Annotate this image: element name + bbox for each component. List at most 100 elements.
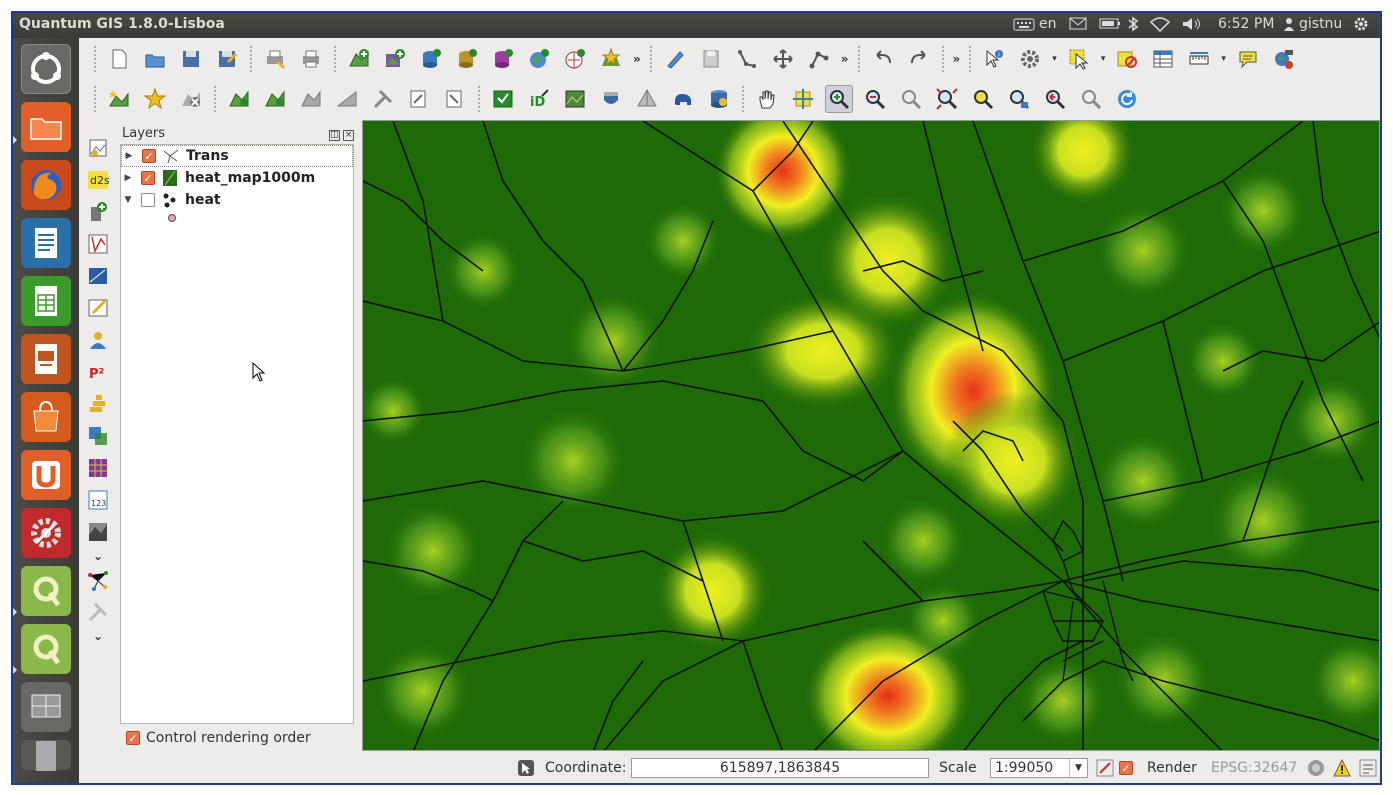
- new-bookmark-button[interactable]: [1270, 45, 1298, 73]
- select-features-button[interactable]: [1065, 45, 1093, 73]
- tool-vector-processing[interactable]: [84, 230, 112, 258]
- zoom-last-button[interactable]: [1041, 85, 1069, 113]
- chevron-down-icon[interactable]: ▼: [1069, 759, 1087, 777]
- launcher-system-settings[interactable]: [21, 508, 71, 558]
- interpolation-button[interactable]: [597, 85, 625, 113]
- keyboard-indicator[interactable]: en: [1013, 16, 1057, 32]
- add-wfs-layer-button[interactable]: [597, 45, 625, 73]
- launcher-trash[interactable]: [21, 740, 71, 771]
- add-feature-button[interactable]: [733, 45, 761, 73]
- launcher-files[interactable]: [21, 102, 71, 152]
- launcher-impress[interactable]: [21, 334, 71, 384]
- launcher-firefox[interactable]: [21, 160, 71, 210]
- layer-item-trans[interactable]: ▶ Trans: [121, 145, 353, 167]
- zoom-out-button[interactable]: [861, 85, 889, 113]
- messages-button[interactable]: [1333, 758, 1351, 781]
- merge-layers-button[interactable]: [297, 85, 325, 113]
- map-tips-button[interactable]: [1234, 45, 1262, 73]
- mail-indicator[interactable]: [1069, 16, 1087, 30]
- plugin-button[interactable]: [1359, 759, 1377, 781]
- georeferencer-button[interactable]: [489, 85, 517, 113]
- map-canvas[interactable]: [362, 120, 1380, 751]
- tool-disabled[interactable]: [84, 598, 112, 626]
- save-edits-button[interactable]: [697, 45, 725, 73]
- tool-raster-calc[interactable]: [84, 262, 112, 290]
- pan-map-button[interactable]: [753, 85, 781, 113]
- reshape-button[interactable]: [369, 85, 397, 113]
- left-toolbar-more-2[interactable]: ⌄: [84, 629, 112, 643]
- coordinate-toggle[interactable]: [517, 759, 535, 781]
- tool-user[interactable]: [84, 326, 112, 354]
- add-spatialite-layer-button[interactable]: [453, 45, 481, 73]
- new-print-composer-button[interactable]: [261, 45, 289, 73]
- save-as-button[interactable]: [213, 45, 241, 73]
- dash-home-button[interactable]: [21, 44, 71, 94]
- layer-visibility-checkbox[interactable]: [141, 171, 155, 185]
- add-vector-layer-button[interactable]: [345, 45, 373, 73]
- expand-arrow-icon[interactable]: ▶: [121, 173, 135, 183]
- launcher-writer[interactable]: [21, 218, 71, 268]
- add-postgis-layer-button[interactable]: [417, 45, 445, 73]
- tool-d2s[interactable]: d2s: [84, 166, 112, 194]
- remove-layer-button[interactable]: [177, 85, 205, 113]
- new-project-button[interactable]: [105, 45, 133, 73]
- db-manager-button[interactable]: [705, 85, 733, 113]
- add-gpx-button[interactable]: [261, 85, 289, 113]
- redo-button[interactable]: [905, 45, 933, 73]
- new-shapefile-layer-button[interactable]: [105, 85, 133, 113]
- measure-line-button[interactable]: [1185, 45, 1213, 73]
- zoom-actual-size-button[interactable]: [897, 85, 925, 113]
- collapse-arrow-icon[interactable]: ▼: [121, 195, 135, 205]
- stop-render-button[interactable]: [1096, 759, 1114, 781]
- tool-numbering[interactable]: 123: [84, 486, 112, 514]
- zoom-in-button[interactable]: [825, 85, 853, 113]
- launcher-qgis-1[interactable]: [21, 566, 71, 616]
- undo-button[interactable]: [869, 45, 897, 73]
- add-wcs-layer-button[interactable]: [561, 45, 589, 73]
- pan-to-selection-button[interactable]: [789, 85, 817, 113]
- new-spatialite-layer-button[interactable]: [141, 85, 169, 113]
- zoom-to-layer-button[interactable]: [1005, 85, 1033, 113]
- coordinate-field[interactable]: 615897,1863845: [631, 758, 929, 778]
- zoom-next-button[interactable]: [1077, 85, 1105, 113]
- network-indicator[interactable]: [1149, 16, 1171, 32]
- save-project-button[interactable]: [177, 45, 205, 73]
- id-tool-button[interactable]: iD: [525, 85, 553, 113]
- open-attribute-table-button[interactable]: [1149, 45, 1177, 73]
- tool-p2[interactable]: P²: [84, 358, 112, 386]
- composer-manager-button[interactable]: [297, 45, 325, 73]
- merge-features-button[interactable]: [441, 85, 469, 113]
- tool-image-export[interactable]: [84, 134, 112, 162]
- identify-features-button[interactable]: i: [980, 45, 1008, 73]
- layer-visibility-checkbox[interactable]: [141, 193, 155, 207]
- simplify-button[interactable]: [333, 85, 361, 113]
- expand-arrow-icon[interactable]: ▶: [122, 151, 136, 161]
- split-features-button[interactable]: [405, 85, 433, 113]
- close-icon[interactable]: ×: [343, 129, 354, 141]
- render-checkbox[interactable]: [1119, 761, 1133, 775]
- crs-status[interactable]: EPSG:32647: [1211, 760, 1297, 776]
- tool-add-gps[interactable]: [84, 198, 112, 226]
- scale-combobox[interactable]: 1:99050 ▼: [990, 758, 1088, 778]
- control-rendering-order[interactable]: Control rendering order: [120, 727, 311, 749]
- launcher-calc[interactable]: [21, 276, 71, 326]
- control-rendering-checkbox[interactable]: [126, 731, 140, 745]
- layer-visibility-checkbox[interactable]: [142, 149, 156, 163]
- session-menu[interactable]: [1353, 16, 1369, 32]
- tool-hillshade[interactable]: [84, 518, 112, 546]
- bluetooth-indicator[interactable]: [1127, 16, 1139, 32]
- sound-indicator[interactable]: [1181, 16, 1203, 32]
- refresh-button[interactable]: [1113, 85, 1141, 113]
- launcher-workspace-switcher[interactable]: [21, 682, 71, 732]
- tool-network[interactable]: [84, 566, 112, 594]
- left-toolbar-more[interactable]: ⌄: [84, 549, 112, 563]
- float-panel-icon[interactable]: ◫: [329, 129, 340, 141]
- battery-indicator[interactable]: [1099, 16, 1121, 30]
- open-project-button[interactable]: [141, 45, 169, 73]
- tool-stairs[interactable]: [84, 390, 112, 418]
- projection-button[interactable]: [1307, 759, 1325, 781]
- clock[interactable]: 6:52 PM: [1218, 16, 1274, 32]
- node-tool-button[interactable]: [805, 45, 833, 73]
- add-mssql-layer-button[interactable]: [489, 45, 517, 73]
- add-raster-layer-button[interactable]: [381, 45, 409, 73]
